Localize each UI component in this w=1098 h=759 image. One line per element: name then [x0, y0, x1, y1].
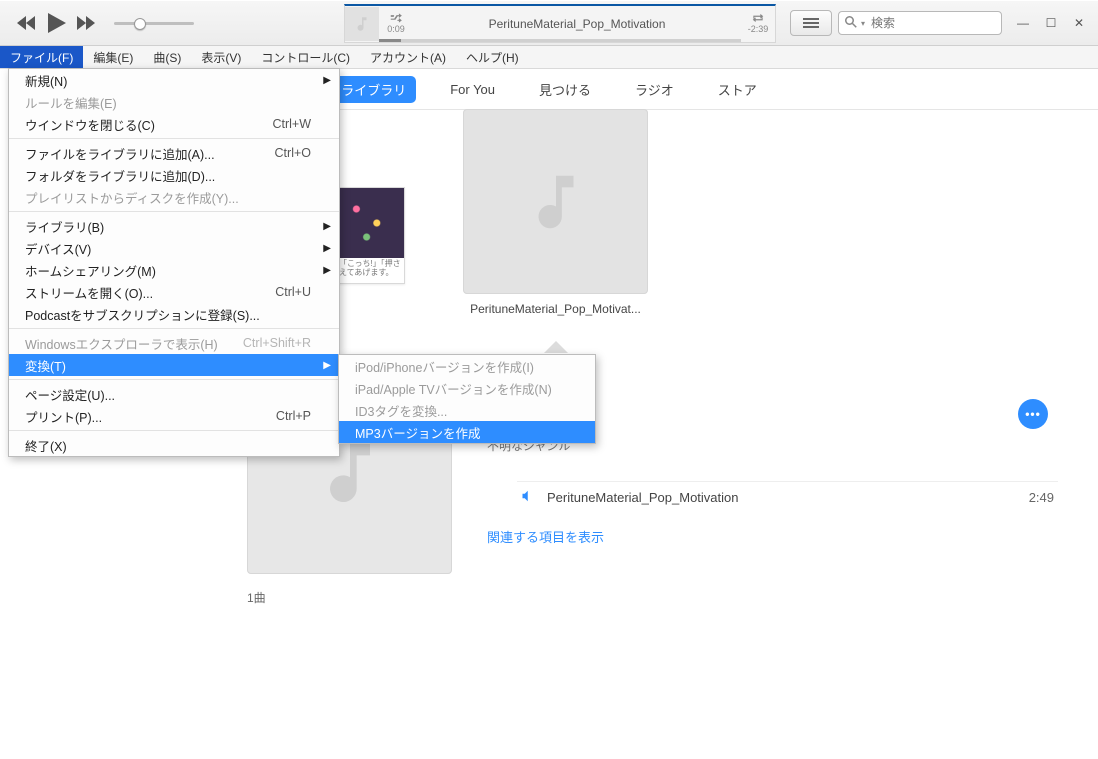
track-row[interactable]: PerituneMaterial_Pop_Motivation 2:49	[517, 481, 1058, 513]
tab-library[interactable]: ライブラリ	[331, 76, 416, 103]
menuitem-close-window[interactable]: ウインドウを閉じる(C)Ctrl+W	[9, 113, 339, 135]
convert-submenu: iPod/iPhoneバージョンを作成(I) iPad/Apple TVバージョ…	[338, 354, 596, 444]
menuitem-add-folder[interactable]: フォルダをライブラリに追加(D)...	[9, 164, 339, 186]
volume-slider[interactable]	[114, 22, 194, 25]
menuitem-burn-playlist: プレイリストからディスクを作成(Y)...	[9, 186, 339, 208]
tab-browse[interactable]: 見つける	[529, 76, 601, 103]
menuitem-device[interactable]: デバイス(V)▶	[9, 237, 339, 259]
menu-help[interactable]: ヘルプ(H)	[456, 46, 529, 68]
time-elapsed: 0:09	[387, 24, 405, 34]
shuffle-icon[interactable]: 0:09	[379, 13, 413, 34]
next-button[interactable]	[76, 12, 98, 34]
related-link[interactable]: 関連する項目を表示	[487, 527, 604, 546]
track-list: PerituneMaterial_Pop_Motivation 2:49	[517, 481, 1058, 513]
menuitem-new[interactable]: 新規(N)▶	[9, 69, 339, 91]
menuitem-open-stream[interactable]: ストリームを開く(O)...Ctrl+U	[9, 281, 339, 303]
menubar: ファイル(F) 編集(E) 曲(S) 表示(V) コントロール(C) アカウント…	[0, 46, 1098, 69]
menuitem-edit-rule: ルールを編集(E)	[9, 91, 339, 113]
chevron-right-icon: ▶	[323, 265, 331, 276]
dropdown-caret-icon: ▾	[861, 19, 865, 28]
menuitem-library[interactable]: ライブラリ(B)▶	[9, 215, 339, 237]
thumbnail-caption: 「こっち!」「押さえてあげます。	[336, 258, 404, 280]
chevron-right-icon: ▶	[323, 75, 331, 86]
now-playing-title: PerituneMaterial_Pop_Motivation	[413, 17, 741, 31]
menu-control[interactable]: コントロール(C)	[251, 46, 360, 68]
menuitem-podcast-subscribe[interactable]: Podcastをサブスクリプションに登録(S)...	[9, 303, 339, 325]
time-remaining: -2:39	[748, 24, 769, 34]
menuitem-home-sharing[interactable]: ホームシェアリング(M)▶	[9, 259, 339, 281]
menuitem-add-file[interactable]: ファイルをライブラリに追加(A)...Ctrl+O	[9, 142, 339, 164]
menuitem-create-mp3-version[interactable]: MP3バージョンを作成	[339, 421, 595, 443]
speaker-icon	[521, 490, 533, 505]
seek-bar[interactable]	[379, 39, 741, 42]
menu-view[interactable]: 表示(V)	[191, 46, 251, 68]
tab-for-you[interactable]: For You	[440, 78, 505, 101]
repeat-icon[interactable]: -2:39	[741, 13, 775, 34]
album-thumbnail-partial[interactable]: 「こっち!」「押さえてあげます。	[335, 187, 405, 284]
thumbnail-image	[336, 188, 404, 258]
menuitem-convert[interactable]: 変換(T)▶	[9, 354, 339, 376]
now-playing-art	[345, 7, 379, 41]
search-box[interactable]: ▾	[838, 11, 1002, 35]
search-icon	[845, 16, 857, 31]
album-tile[interactable]: PerituneMaterial_Pop_Motivat...	[463, 109, 648, 316]
menuitem-page-setup[interactable]: ページ設定(U)...	[9, 383, 339, 405]
file-menu-dropdown: 新規(N)▶ ルールを編集(E) ウインドウを閉じる(C)Ctrl+W ファイル…	[8, 68, 340, 457]
menu-file[interactable]: ファイル(F)	[0, 46, 83, 68]
menuitem-print[interactable]: プリント(P)...Ctrl+P	[9, 405, 339, 427]
more-button[interactable]: •••	[1018, 399, 1048, 429]
menu-song[interactable]: 曲(S)	[143, 46, 191, 68]
tab-radio[interactable]: ラジオ	[625, 76, 684, 103]
player-controls	[0, 12, 202, 34]
app-window: 0:09 PerituneMaterial_Pop_Motivation -2:…	[0, 0, 1098, 759]
menuitem-create-ipod-version: iPod/iPhoneバージョンを作成(I)	[339, 355, 595, 377]
close-button[interactable]: ✕	[1070, 14, 1088, 32]
now-playing-panel: 0:09 PerituneMaterial_Pop_Motivation -2:…	[344, 4, 776, 43]
menuitem-show-explorer: Windowsエクスプローラで表示(H)Ctrl+Shift+R	[9, 332, 339, 354]
menuitem-exit[interactable]: 終了(X)	[9, 434, 339, 456]
tab-store[interactable]: ストア	[708, 76, 767, 103]
right-tools: ▾ — ☐ ✕	[780, 10, 1098, 36]
track-count: 1曲	[247, 589, 266, 606]
menu-edit[interactable]: 編集(E)	[83, 46, 143, 68]
track-name: PerituneMaterial_Pop_Motivation	[547, 490, 1029, 505]
minimize-button[interactable]: —	[1014, 14, 1032, 32]
list-view-button[interactable]	[790, 10, 832, 36]
chevron-right-icon: ▶	[323, 243, 331, 254]
play-button[interactable]	[46, 12, 68, 34]
menu-account[interactable]: アカウント(A)	[360, 46, 456, 68]
window-buttons: — ☐ ✕	[1014, 14, 1088, 32]
menuitem-create-ipad-version: iPad/Apple TVバージョンを作成(N)	[339, 377, 595, 399]
maximize-button[interactable]: ☐	[1042, 14, 1060, 32]
album-art-placeholder	[463, 109, 648, 294]
track-duration: 2:49	[1029, 490, 1054, 505]
chevron-right-icon: ▶	[323, 360, 331, 371]
top-toolbar: 0:09 PerituneMaterial_Pop_Motivation -2:…	[0, 1, 1098, 46]
album-caption: PerituneMaterial_Pop_Motivat...	[463, 302, 648, 316]
selection-notch	[544, 341, 568, 353]
menuitem-convert-id3: ID3タグを変換...	[339, 399, 595, 421]
search-input[interactable]	[869, 15, 995, 31]
prev-button[interactable]	[16, 12, 38, 34]
chevron-right-icon: ▶	[323, 221, 331, 232]
